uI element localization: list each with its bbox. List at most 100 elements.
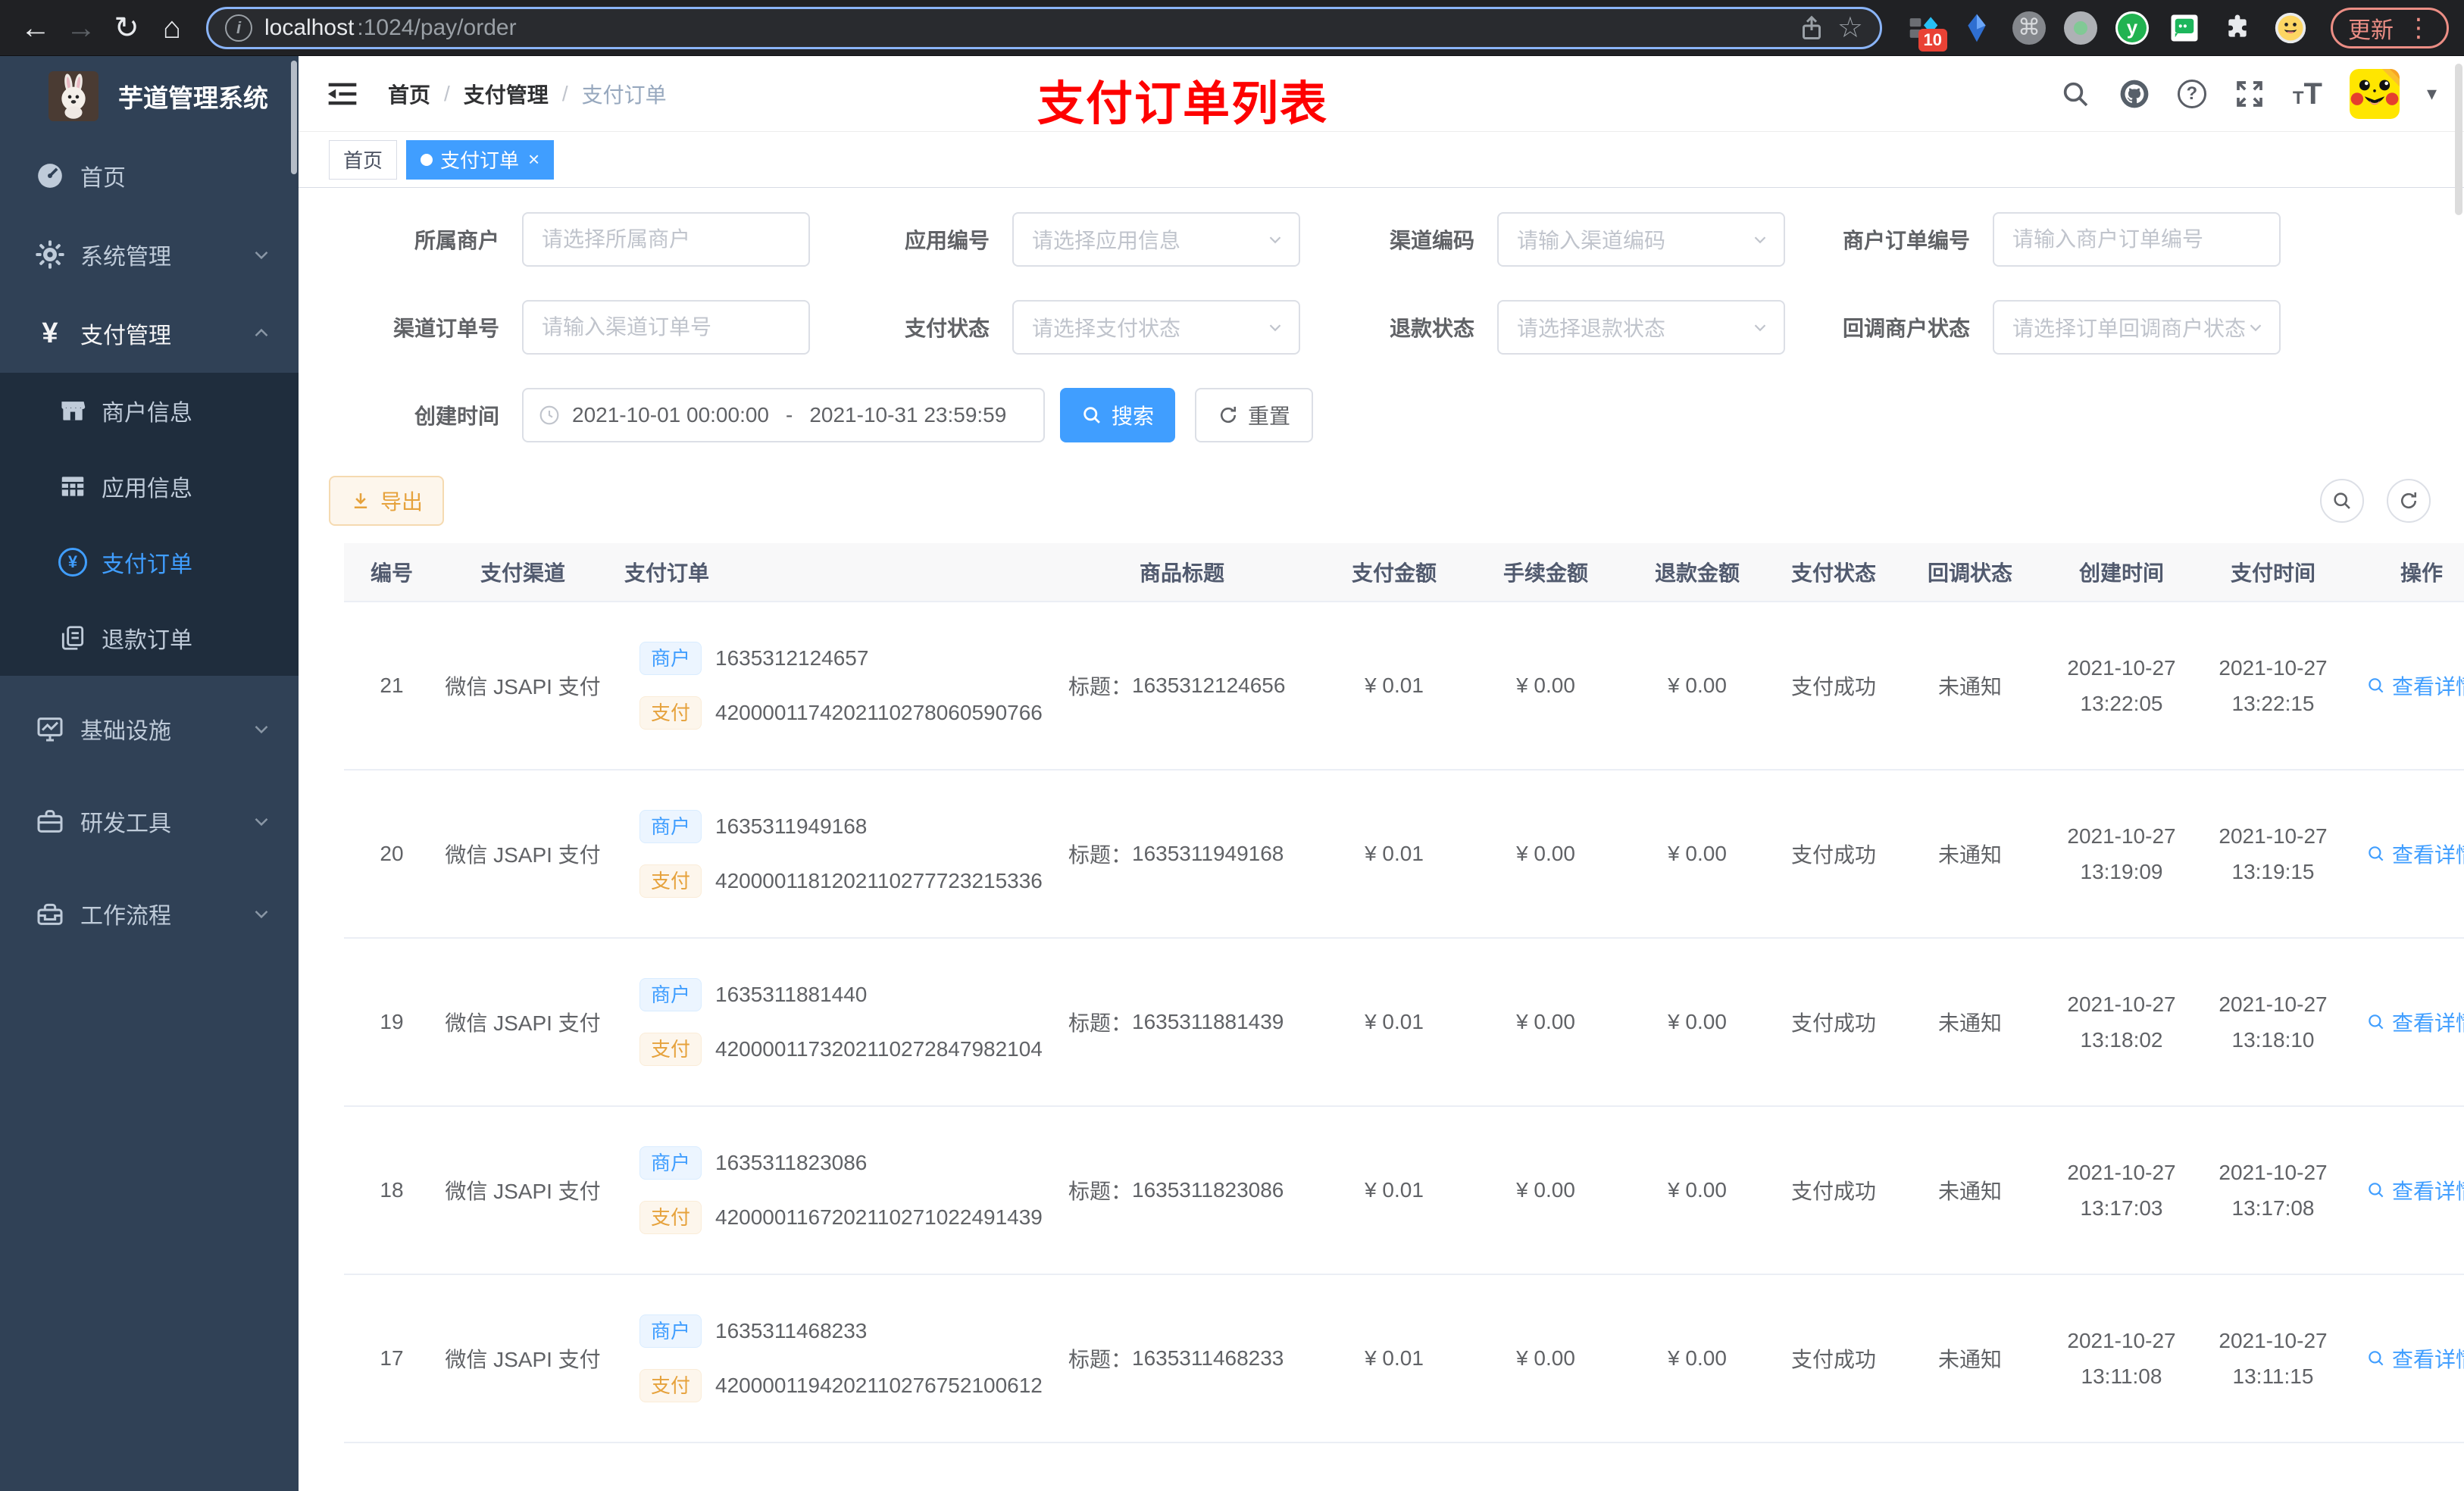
extension-workflow-icon[interactable]: 10 [1906, 11, 1947, 52]
pay-order-no: 4200001181202110277723215336 [715, 869, 1043, 892]
cell-refund: ¥ 0.00 [1668, 1010, 1727, 1033]
toggle-search-button[interactable] [2320, 479, 2364, 523]
help-icon[interactable]: ? [2177, 79, 2206, 108]
address-bar[interactable]: i localhost:1024/pay/order ☆ [206, 6, 1882, 49]
search-button[interactable]: 搜索 [1060, 388, 1176, 442]
sidebar-scrollbar[interactable] [291, 61, 297, 174]
col-title: 商品标题 [1139, 561, 1224, 585]
search-icon [2369, 1183, 2384, 1198]
sidebar-item-infra[interactable]: 基础设施 [0, 689, 299, 768]
channel-order-no-input[interactable] [522, 300, 810, 355]
cell-order: 商户 1635311823086 支付 4200001167202110271022… [606, 1146, 1046, 1234]
view-detail-link[interactable]: 查看详情 [2366, 1343, 2464, 1374]
merchant-tag: 商户 [639, 810, 702, 843]
sidebar-item-system[interactable]: 系统管理 [0, 215, 299, 294]
sidebar-item-pay-order[interactable]: ¥ 支付订单 [0, 524, 299, 600]
browser-profile-avatar[interactable] [2273, 11, 2308, 45]
tab-home[interactable]: 首页 [329, 139, 398, 180]
t-small: T [2292, 88, 2304, 109]
col-id: 编号 [370, 561, 413, 585]
merchant-order-no: 1635311468233 [715, 1319, 868, 1343]
app-select[interactable]: 请选择应用信息 [1012, 212, 1300, 267]
question-glyph: ? [2186, 83, 2198, 104]
merchant-order-no-input[interactable] [1993, 212, 2281, 267]
search-icon [2369, 846, 2384, 861]
cell-amount: ¥ 0.01 [1365, 842, 1424, 865]
font-size-icon[interactable]: TT [2292, 77, 2322, 111]
export-button[interactable]: 导出 [329, 476, 445, 526]
filter-row-2: 渠道订单号 支付状态 请选择支付状态 退款状态 请选择退款状态 回调商户状态 请… [329, 300, 2464, 355]
browser-forward-button[interactable]: → [61, 8, 102, 48]
merchant-input[interactable] [522, 212, 810, 267]
extension-y-icon[interactable]: y [2115, 11, 2149, 45]
page-title-annotation: 支付订单列表 [1037, 78, 1329, 130]
sidebar-item-refund-order[interactable]: 退款订单 [0, 600, 299, 676]
tab-pay-order[interactable]: 支付订单 × [406, 139, 555, 180]
view-detail-link[interactable]: 查看详情 [2366, 1175, 2464, 1205]
avatar-caret-icon[interactable]: ▾ [2427, 82, 2437, 105]
sidebar-item-merchant-info[interactable]: 商户信息 [0, 373, 299, 449]
site-info-icon[interactable]: i [225, 14, 252, 42]
close-icon[interactable]: × [528, 148, 539, 171]
search-icon[interactable] [2059, 78, 2091, 110]
back-icon: ← [20, 11, 51, 45]
sidebar-item-label: 退款订单 [102, 628, 192, 653]
channel-code-select[interactable]: 请输入渠道编码 [1497, 212, 1785, 267]
collapse-sidebar-icon[interactable] [326, 77, 359, 111]
cell-paid: 2021-10-27 13:19:15 [2219, 824, 2328, 883]
cell-refund: ¥ 0.00 [1668, 842, 1727, 865]
sidebar-item-label: 工作流程 [80, 904, 171, 929]
browser-home-button[interactable]: ⌂ [152, 8, 192, 48]
reset-button[interactable]: 重置 [1195, 388, 1314, 442]
browser-menu-icon[interactable]: ⋮ [2406, 13, 2431, 43]
merchant-tag: 商户 [639, 1314, 702, 1348]
extension-kite-icon[interactable] [1959, 11, 1994, 45]
t-large: T [2303, 77, 2322, 111]
sidebar-item-payment[interactable]: ¥ 支付管理 [0, 294, 299, 373]
info-glyph: i [236, 17, 242, 37]
table-row-partial: 商户1635311351736 [344, 1443, 2464, 1491]
refund-status-select[interactable]: 请选择退款状态 [1497, 300, 1785, 355]
pay-tag: 支付 [639, 1201, 702, 1234]
notify-status-select[interactable]: 请选择订单回调商户状态 [1993, 300, 2281, 355]
pay-status-select[interactable]: 请选择支付状态 [1012, 300, 1300, 355]
cell-channel: 微信 JSAPI 支付 [445, 843, 601, 867]
share-icon[interactable] [1798, 14, 1825, 42]
breadcrumb-home[interactable]: 首页 [388, 79, 430, 109]
fullscreen-icon[interactable] [2234, 78, 2265, 110]
merchant-tag: 商户 [639, 1146, 702, 1180]
chevron-down-icon [250, 902, 273, 925]
cell-refund: ¥ 0.00 [1668, 1178, 1727, 1202]
chevron-down-icon [1265, 230, 1285, 249]
breadcrumb-payment[interactable]: 支付管理 [464, 79, 549, 109]
sidebar-item-label: 研发工具 [80, 811, 171, 836]
github-icon[interactable] [2118, 78, 2150, 110]
sidebar-item-label: 基础设施 [80, 719, 171, 744]
bookmark-star-icon[interactable]: ☆ [1837, 11, 1863, 45]
extension-puzzle-icon[interactable] [2220, 11, 2255, 45]
merchant-order-no: 1635311881440 [715, 983, 868, 1006]
sidebar-item-app-info[interactable]: 应用信息 [0, 449, 299, 524]
view-detail-link[interactable]: 查看详情 [2366, 839, 2464, 869]
cell-channel: 微信 JSAPI 支付 [445, 1348, 601, 1371]
extension-chat-icon[interactable] [2167, 11, 2202, 45]
sidebar-item-home[interactable]: 首页 [0, 136, 299, 215]
page-scrollbar[interactable] [2455, 64, 2462, 215]
chevron-down-icon [1265, 317, 1285, 337]
sidebar-item-devtools[interactable]: 研发工具 [0, 782, 299, 861]
app-label: 应用编号 [904, 229, 990, 252]
browser-back-button[interactable]: ← [15, 8, 56, 48]
extension-command-icon[interactable]: ⌘ [2012, 11, 2046, 45]
view-detail-link[interactable]: 查看详情 [2366, 1007, 2464, 1037]
refund-status-label: 退款状态 [1389, 317, 1474, 340]
browser-reload-button[interactable]: ↻ [106, 8, 147, 48]
create-time-range-input[interactable]: 2021-10-01 00:00:00 - 2021-10-31 23:59:5… [522, 388, 1045, 442]
app-logo[interactable]: 芋道管理系统 [0, 56, 299, 136]
refresh-table-button[interactable] [2387, 479, 2431, 523]
view-detail-link[interactable]: 查看详情 [2366, 670, 2464, 701]
browser-update-button[interactable]: 更新 ⋮ [2331, 7, 2449, 48]
sidebar-item-label: 商户信息 [102, 401, 192, 426]
extension-status-icon[interactable] [2064, 11, 2097, 45]
sidebar-item-workflow[interactable]: 工作流程 [0, 874, 299, 953]
user-avatar[interactable] [2349, 68, 2400, 119]
